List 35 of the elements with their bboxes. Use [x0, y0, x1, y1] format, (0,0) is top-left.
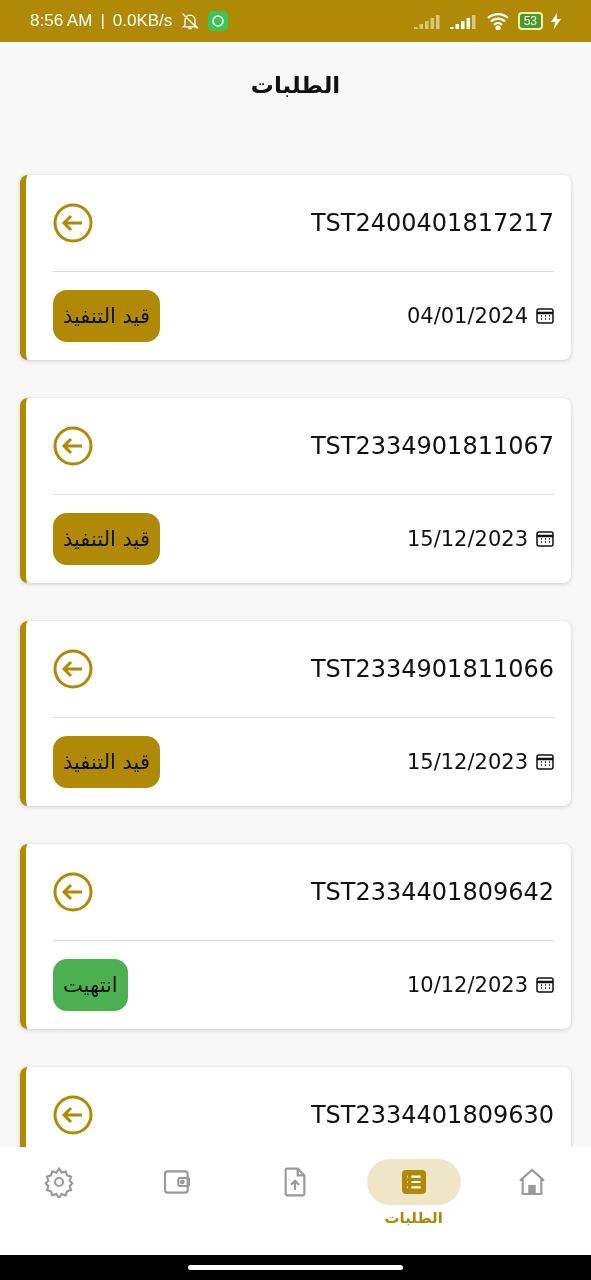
calendar-icon	[536, 753, 554, 771]
calendar-icon	[536, 976, 554, 994]
battery-level: 53	[517, 12, 543, 30]
order-number: TST2334901811066	[310, 655, 554, 683]
signal-icon	[449, 13, 478, 29]
signal-icon	[413, 13, 442, 29]
status-badge: انتهيت	[53, 959, 128, 1011]
order-date: 15/12/2023	[406, 527, 528, 551]
settings-icon[interactable]	[43, 1166, 76, 1198]
charging-icon	[551, 13, 561, 29]
calendar-icon	[536, 530, 554, 548]
status-time: 8:56 AM	[30, 11, 93, 31]
arrow-left-circle-icon[interactable]	[53, 649, 93, 689]
arrow-left-circle-icon[interactable]	[53, 1095, 93, 1135]
order-date: 04/01/2024	[406, 304, 528, 328]
page-title: الطلبات	[250, 71, 341, 98]
status-badge: قيد التنفيذ	[53, 736, 160, 788]
status-badge: قيد التنفيذ	[53, 513, 160, 565]
wifi-icon	[485, 12, 510, 30]
arrow-left-circle-icon[interactable]	[53, 203, 93, 243]
order-date: 15/12/2023	[406, 750, 528, 774]
nav-tab[interactable]	[366, 1159, 461, 1205]
order-number: TST2400401817217	[310, 209, 554, 237]
status-badge: قيد التنفيذ	[53, 290, 160, 342]
network-speed: 0.0KB/s	[112, 11, 173, 31]
chat-app-icon	[208, 11, 229, 31]
calendar-icon	[536, 307, 554, 325]
arrow-left-circle-icon[interactable]	[53, 426, 93, 466]
separator: |	[100, 11, 105, 31]
order-number: TST2334901811067	[310, 432, 554, 460]
order-card[interactable]: TST2334401809630	[20, 1067, 571, 1147]
order-number: TST2334401809642	[310, 878, 554, 906]
order-number: TST2334401809630	[310, 1101, 554, 1129]
arrow-left-circle-icon[interactable]	[53, 872, 93, 912]
order-date: 10/12/2023	[406, 973, 528, 997]
